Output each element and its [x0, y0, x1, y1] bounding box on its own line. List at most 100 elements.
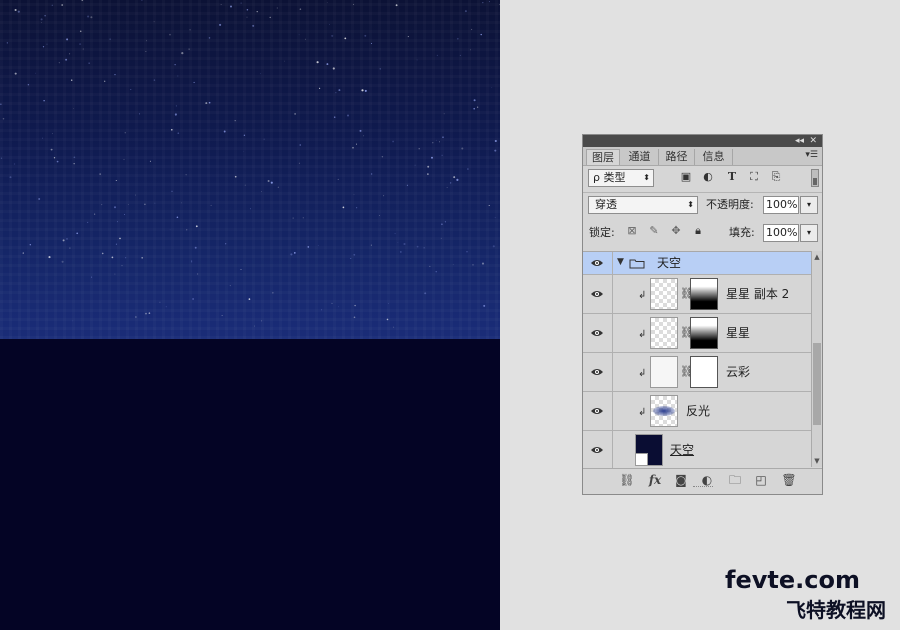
layers-panel: ◂◂ ✕ 图层 通道 路径 信息 ▾☰ ρ 类型 ⬍ ▣ ◐ T ⛶ ⎘ 穿透 ⬍ …: [582, 134, 823, 495]
star: [452, 263, 454, 265]
star: [260, 73, 262, 75]
star: [364, 89, 367, 92]
star: [464, 10, 467, 13]
star: [399, 250, 402, 253]
star: [69, 53, 71, 55]
star: [243, 134, 246, 136]
scroll-down-icon[interactable]: ▼: [812, 457, 822, 465]
filter-type-select[interactable]: ρ 类型 ⬍: [588, 169, 654, 187]
mask-icon[interactable]: ◙: [673, 472, 689, 488]
lock-move-icon[interactable]: ✥: [669, 224, 683, 238]
document-canvas[interactable]: [0, 0, 500, 630]
scroll-up-icon[interactable]: ▲: [812, 253, 822, 261]
star: [65, 58, 68, 61]
star: [146, 40, 147, 42]
opacity-dropdown[interactable]: ▾: [800, 196, 818, 214]
visibility-eye-icon[interactable]: [583, 392, 613, 430]
star: [331, 34, 334, 37]
tab-channels[interactable]: 通道: [621, 149, 659, 165]
filter-toggle[interactable]: [811, 169, 819, 187]
folder-icon[interactable]: 🗀︎: [727, 472, 743, 488]
adjustment-icon[interactable]: ◐: [701, 170, 715, 184]
star: [210, 204, 212, 206]
trash-icon[interactable]: 🗑︎: [781, 472, 797, 488]
lock-all-icon[interactable]: 🔒︎: [691, 224, 705, 238]
scrollbar-thumb[interactable]: [813, 343, 821, 425]
layer-name: 星星 副本 2: [726, 287, 790, 301]
layer-clouds[interactable]: ↲ ⛓ 云彩: [583, 353, 811, 392]
fill-dropdown[interactable]: ▾: [800, 224, 818, 242]
layer-stars[interactable]: ↲ ⛓ 星星: [583, 314, 811, 353]
layer-group-sky[interactable]: ▼ 天空: [583, 252, 811, 275]
visibility-eye-icon[interactable]: [583, 353, 613, 391]
layer-thumbnail[interactable]: [650, 356, 678, 388]
star: [491, 86, 493, 88]
lock-paint-icon[interactable]: ✎: [647, 224, 661, 238]
star: [363, 135, 365, 137]
star: [46, 43, 48, 45]
lock-row: 锁定: ⊠ ✎ ✥ 🔒︎ 填充: 100% ▾: [583, 221, 822, 249]
type-icon[interactable]: T: [725, 170, 739, 184]
star: [364, 34, 367, 37]
star: [246, 8, 249, 11]
tab-info[interactable]: 信息: [695, 149, 733, 165]
star: [188, 48, 190, 50]
layer-mask-thumbnail[interactable]: [690, 278, 718, 310]
star: [44, 15, 46, 17]
tab-paths[interactable]: 路径: [659, 149, 695, 165]
layers-scrollbar[interactable]: ▲ ▼: [811, 251, 822, 467]
fx-icon[interactable]: fx: [647, 472, 663, 488]
star: [192, 298, 194, 300]
star: [494, 216, 496, 218]
layer-sky[interactable]: 天空: [583, 431, 811, 468]
star: [294, 113, 296, 115]
star: [261, 320, 263, 322]
star: [123, 159, 125, 160]
star: [342, 206, 345, 209]
star: [481, 262, 485, 265]
star: [66, 238, 68, 240]
panel-titlebar[interactable]: ◂◂ ✕: [583, 135, 822, 147]
star: [195, 225, 198, 228]
layer-mask-thumbnail[interactable]: [690, 356, 718, 388]
star: [139, 113, 140, 115]
lock-transparent-icon[interactable]: ⊠: [625, 224, 639, 238]
visibility-eye-icon[interactable]: [583, 314, 613, 352]
star: [14, 72, 17, 75]
visibility-eye-icon[interactable]: [583, 252, 613, 274]
layer-thumbnail[interactable]: [650, 278, 678, 310]
fill-input[interactable]: 100%: [763, 224, 799, 242]
star: [403, 242, 406, 246]
opacity-input[interactable]: 100%: [763, 196, 799, 214]
layer-thumbnail[interactable]: [635, 434, 663, 466]
close-icon[interactable]: ✕: [809, 135, 817, 147]
star: [250, 208, 252, 210]
expand-triangle-icon[interactable]: ▼: [617, 257, 624, 267]
shape-icon[interactable]: ⛶: [747, 170, 761, 184]
collapse-icon[interactable]: ◂◂: [795, 135, 804, 147]
layer-stars-copy-2[interactable]: ↲ ⛓ 星星 副本 2: [583, 275, 811, 314]
new-layer-icon[interactable]: ◰: [753, 472, 769, 488]
star: [406, 184, 408, 186]
layer-reflection[interactable]: ↲ 反光: [583, 392, 811, 431]
star: [355, 143, 358, 145]
visibility-eye-icon[interactable]: [583, 431, 613, 468]
layer-thumbnail[interactable]: [650, 395, 678, 427]
image-icon[interactable]: ▣: [679, 170, 693, 184]
star: [494, 149, 497, 152]
star: [94, 213, 96, 215]
visibility-eye-icon[interactable]: [583, 275, 613, 313]
star: [50, 148, 53, 151]
tab-layers[interactable]: 图层: [586, 149, 620, 165]
panel-menu-icon[interactable]: ▾☰: [805, 150, 818, 160]
layers-list: ▼ 天空 ↲ ⛓ 星星 副本 2 ↲ ⛓ 星星 ↲ ⛓ 云彩 ↲ 反光 天空: [583, 251, 811, 468]
star: [427, 165, 430, 168]
layer-thumbnail[interactable]: [650, 317, 678, 349]
resize-grip[interactable]: [693, 486, 713, 490]
star: [453, 176, 456, 179]
smart-object-icon[interactable]: ⎘: [769, 170, 783, 184]
blend-mode-select[interactable]: 穿透 ⬍: [588, 196, 698, 214]
layer-mask-thumbnail[interactable]: [690, 317, 718, 349]
star: [6, 42, 8, 44]
link-icon[interactable]: ⛓: [619, 472, 635, 488]
